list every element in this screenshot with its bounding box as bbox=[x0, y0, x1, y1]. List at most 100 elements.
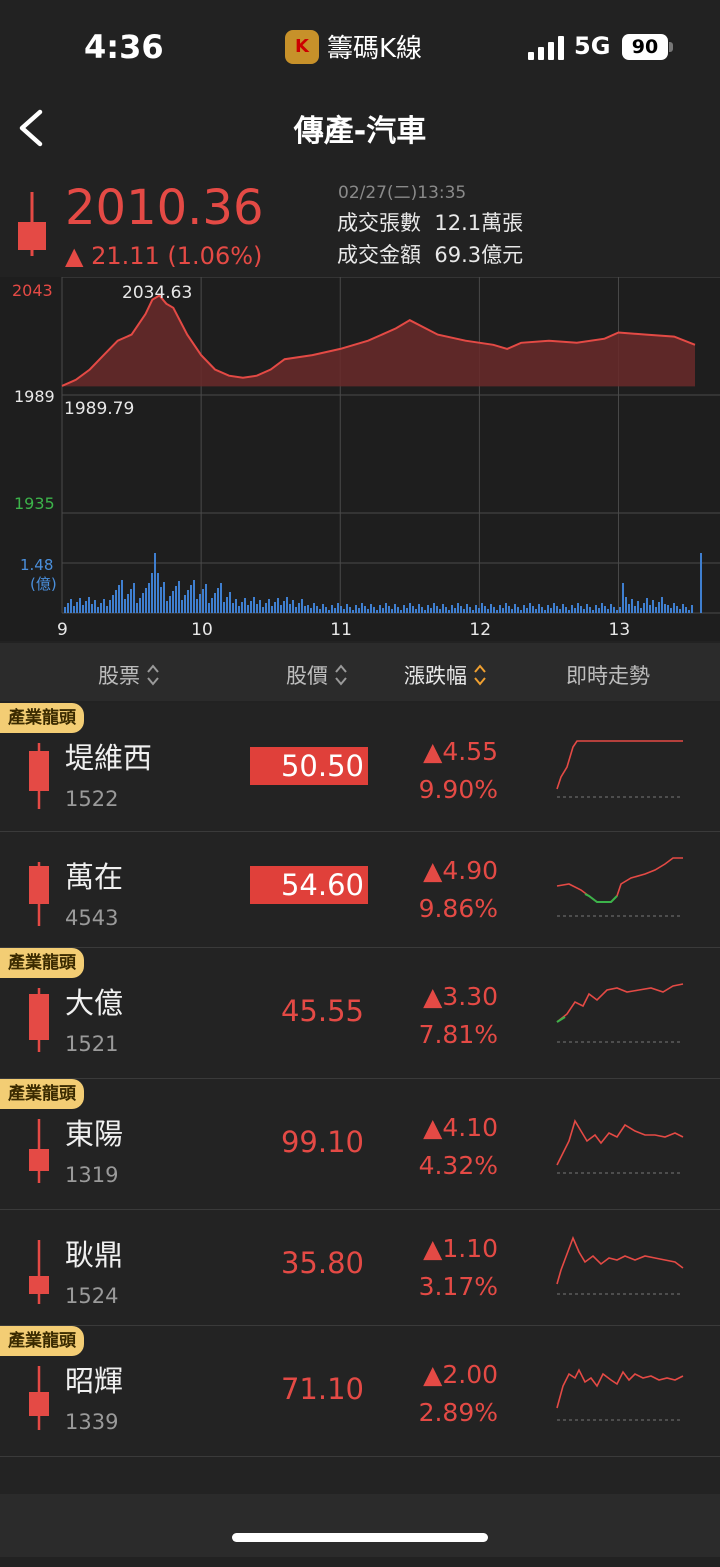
app-name: K 籌碼K線 bbox=[285, 28, 422, 65]
chart-background bbox=[0, 277, 720, 641]
leader-badge: 產業龍頭 bbox=[0, 703, 84, 733]
status-time: 4:36 bbox=[84, 28, 164, 66]
index-price: 2010.36 bbox=[65, 180, 264, 236]
candlestick-icon bbox=[18, 192, 46, 256]
percent-change: 3.17% bbox=[418, 1272, 498, 1301]
update-time: 02/27(二)13:35 bbox=[338, 183, 467, 203]
stock-name: 萬在 bbox=[65, 860, 124, 894]
x-tick-label: 10 bbox=[191, 620, 213, 640]
sort-active-icon bbox=[474, 664, 486, 686]
header-change[interactable]: 漲跌幅 bbox=[404, 660, 487, 690]
stock-code: 4543 bbox=[65, 906, 119, 930]
volume-info: 成交張數 12.1萬張 bbox=[337, 207, 523, 237]
header-change-label: 漲跌幅 bbox=[404, 664, 467, 688]
high-label: 2034.63 bbox=[122, 283, 192, 303]
sort-updown-icon bbox=[335, 664, 347, 686]
stock-price: 50.50 bbox=[250, 747, 368, 785]
stock-price: 54.60 bbox=[250, 866, 368, 904]
percent-change: 9.86% bbox=[418, 894, 498, 923]
home-indicator[interactable] bbox=[232, 1533, 488, 1542]
stock-price: 35.80 bbox=[280, 1246, 364, 1280]
sparkline bbox=[556, 983, 684, 1043]
volume-value: 12.1萬張 bbox=[434, 211, 524, 235]
y-ref-label: 1989 bbox=[14, 387, 55, 406]
intraday-chart[interactable]: 2043 1989 1935 2034.63 1989.79 1.48 (億) … bbox=[0, 277, 720, 641]
amount-label: 成交金額 bbox=[337, 243, 421, 267]
price-change: ▲4.10 bbox=[423, 1113, 498, 1142]
stock-name: 大億 bbox=[65, 986, 124, 1020]
stock-price: 99.10 bbox=[280, 1125, 364, 1159]
header-trend: 即時走勢 bbox=[566, 660, 650, 690]
sparkline bbox=[556, 857, 683, 917]
candlestick-icon bbox=[29, 1366, 49, 1430]
page-title: 傳產-汽車 bbox=[293, 114, 427, 149]
table-row[interactable]: 產業龍頭 堤維西 1522 50.50 ▲4.55 9.90% bbox=[0, 703, 720, 833]
stock-code: 1524 bbox=[65, 1284, 119, 1308]
battery-icon: 90 bbox=[622, 34, 668, 60]
stock-price: 71.10 bbox=[280, 1372, 364, 1406]
y-max-label: 2043 bbox=[12, 281, 53, 300]
table-row[interactable]: 產業龍頭 大億 1521 45.55 ▲3.30 7.81% bbox=[0, 948, 720, 1080]
stock-name: 耿鼎 bbox=[65, 1238, 124, 1272]
x-tick-label: 9 bbox=[57, 620, 68, 640]
price-change: ▲3.30 bbox=[423, 982, 498, 1011]
battery-tip bbox=[669, 42, 673, 52]
status-bar: 4:36 K 籌碼K線 5G 90 bbox=[0, 0, 720, 95]
stock-price: 45.55 bbox=[280, 994, 364, 1028]
table-header: 股票 股價 漲跌幅 即時走勢 bbox=[0, 643, 720, 701]
header-price[interactable]: 股價 bbox=[286, 660, 348, 690]
candlestick-icon bbox=[29, 1119, 49, 1183]
header-price-label: 股價 bbox=[286, 664, 328, 688]
y-min-label: 1935 bbox=[14, 494, 55, 513]
x-tick-label: 11 bbox=[330, 620, 352, 640]
table-row[interactable]: 產業龍頭 昭輝 1339 71.10 ▲2.00 2.89% bbox=[0, 1326, 720, 1458]
header-trend-label: 即時走勢 bbox=[566, 664, 650, 688]
cellular-signal-icon bbox=[528, 36, 564, 60]
stock-name: 昭輝 bbox=[65, 1364, 124, 1398]
stock-code: 1339 bbox=[65, 1410, 119, 1434]
price-change: ▲1.10 bbox=[423, 1234, 498, 1263]
stock-code: 1521 bbox=[65, 1032, 119, 1056]
amount-info: 成交金額 69.3億元 bbox=[337, 239, 523, 269]
percent-change: 7.81% bbox=[418, 1020, 498, 1049]
sparkline bbox=[556, 1119, 684, 1174]
stock-code: 1522 bbox=[65, 787, 119, 811]
percent-change: 4.32% bbox=[418, 1151, 498, 1180]
leader-badge: 產業龍頭 bbox=[0, 1079, 84, 1109]
candlestick-icon bbox=[29, 1240, 49, 1304]
volume-unit-label: (億) bbox=[30, 575, 57, 593]
low-label: 1989.79 bbox=[64, 399, 134, 419]
bottom-bar bbox=[0, 1494, 720, 1557]
price-change: ▲2.00 bbox=[423, 1360, 498, 1389]
stock-name: 東陽 bbox=[65, 1117, 124, 1151]
volume-max-label: 1.48 bbox=[20, 556, 53, 574]
percent-change: 2.89% bbox=[418, 1398, 498, 1427]
table-row[interactable]: 耿鼎 1524 35.80 ▲1.10 3.17% bbox=[0, 1210, 720, 1327]
candlestick-icon bbox=[29, 862, 49, 926]
table-row[interactable]: 萬在 4543 54.60 ▲4.90 9.86% bbox=[0, 832, 720, 949]
app-icon: K bbox=[285, 29, 319, 64]
network-type: 5G bbox=[574, 32, 611, 60]
header-stock[interactable]: 股票 bbox=[98, 660, 160, 690]
app-name-label: 籌碼K線 bbox=[327, 34, 423, 64]
index-change: ▲ 21.11 (1.06%) bbox=[65, 242, 263, 270]
candlestick-icon bbox=[29, 988, 49, 1052]
table-row[interactable]: 產業龍頭 東陽 1319 99.10 ▲4.10 4.32% bbox=[0, 1079, 720, 1211]
leader-badge: 產業龍頭 bbox=[0, 1326, 84, 1356]
sort-updown-icon bbox=[147, 664, 159, 686]
price-change: ▲4.55 bbox=[423, 737, 498, 766]
sparkline bbox=[556, 740, 683, 798]
stock-code: 1319 bbox=[65, 1163, 119, 1187]
candlestick-icon bbox=[29, 743, 49, 809]
amount-value: 69.3億元 bbox=[434, 243, 524, 267]
volume-label: 成交張數 bbox=[337, 211, 421, 235]
x-tick-label: 12 bbox=[469, 620, 491, 640]
x-tick-label: 13 bbox=[609, 620, 631, 640]
header-stock-label: 股票 bbox=[98, 664, 140, 688]
stock-name: 堤維西 bbox=[65, 741, 153, 775]
percent-change: 9.90% bbox=[418, 775, 498, 804]
price-change: ▲4.90 bbox=[423, 856, 498, 885]
leader-badge: 產業龍頭 bbox=[0, 948, 84, 978]
sparkline bbox=[556, 1235, 684, 1295]
sparkline bbox=[556, 1368, 684, 1421]
